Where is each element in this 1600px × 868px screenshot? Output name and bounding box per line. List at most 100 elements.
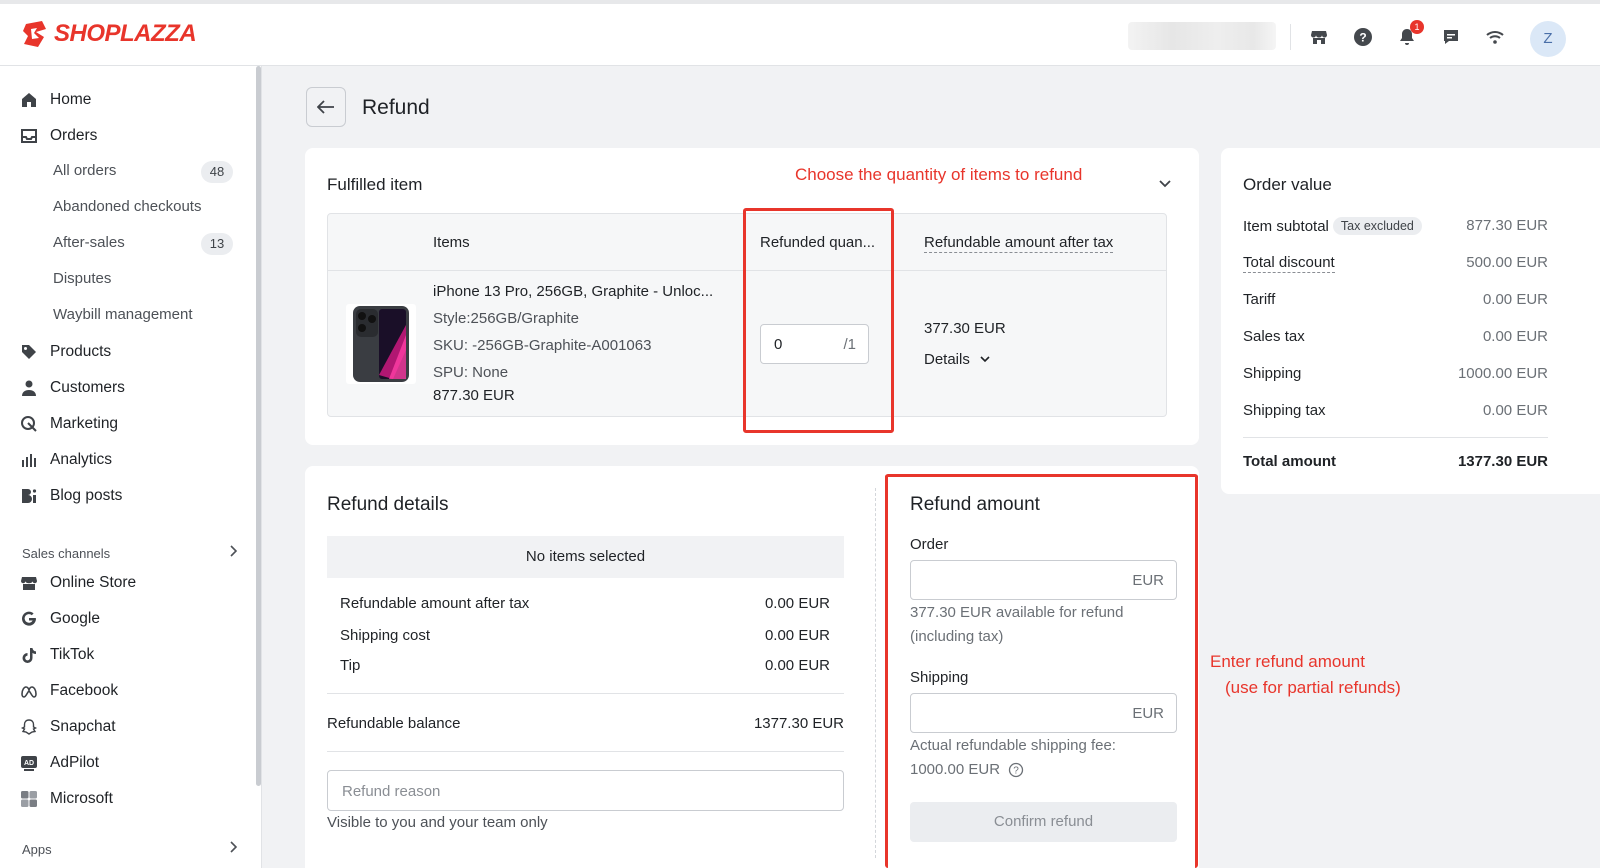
back-button[interactable] xyxy=(306,87,346,127)
details-toggle[interactable]: Details xyxy=(924,351,990,368)
sidebar-subitem-all-orders[interactable]: All orders xyxy=(53,162,116,184)
sidebar-item-products[interactable]: Products xyxy=(20,340,111,364)
iphone-image xyxy=(353,306,409,382)
divider xyxy=(327,693,844,694)
product-spu: SPU: None xyxy=(433,364,509,381)
chevron-right-icon[interactable] xyxy=(228,544,238,562)
order-value-title: Order value xyxy=(1243,175,1332,194)
sidebar-item-blog-posts[interactable]: Blog posts xyxy=(20,484,122,508)
item-subtotal-row: Item subtotal Tax excluded 877.30 EUR xyxy=(1243,217,1548,239)
tip-label: Tip xyxy=(340,657,361,674)
sidebar-item-marketing[interactable]: Marketing xyxy=(20,412,118,436)
analytics-icon xyxy=(20,451,38,469)
annotation-amount-line2: (use for partial refunds) xyxy=(1225,678,1401,697)
total-amount-value: 1377.30 EUR xyxy=(1457,453,1548,470)
sidebar-item-label: Google xyxy=(50,610,100,627)
shipping-value: 1000.00 EUR xyxy=(1457,365,1548,382)
svg-text:?: ? xyxy=(1359,31,1366,45)
shoplazza-logo-icon xyxy=(23,21,46,47)
shoplazza-logo[interactable]: SHOPLAZZA xyxy=(22,20,197,48)
svg-text:AD: AD xyxy=(24,760,34,767)
product-sku: SKU: -256GB-Graphite-A001063 xyxy=(433,337,652,354)
sidebar-item-label: Blog posts xyxy=(50,487,123,504)
refundable-amount-value: 377.30 EUR xyxy=(924,320,1006,337)
chat-icon[interactable] xyxy=(1440,26,1462,48)
shipping-cost-value: 0.00 EUR xyxy=(764,627,830,644)
sidebar-subitem-disputes[interactable]: Disputes xyxy=(53,270,111,292)
sidebar-item-customers[interactable]: Customers xyxy=(20,376,125,400)
sidebar-channel-online-store[interactable]: Online Store xyxy=(20,571,136,595)
sidebar-item-label: Products xyxy=(50,343,112,360)
top-bar: SHOPLAZZA ? 1 Z xyxy=(0,0,1600,66)
sales-channels-heading[interactable]: Sales channels xyxy=(22,546,110,561)
wifi-icon[interactable] xyxy=(1484,26,1506,48)
refundable-after-tax-value: 0.00 EUR xyxy=(764,595,830,612)
shipping-label: Shipping xyxy=(1243,365,1302,382)
chevron-right-icon[interactable] xyxy=(228,840,238,858)
sidebar-channel-google[interactable]: Google xyxy=(20,607,100,631)
divider xyxy=(1290,24,1291,50)
arrow-left-icon xyxy=(317,100,334,114)
home-icon xyxy=(20,91,38,109)
bell-icon[interactable]: 1 xyxy=(1396,20,1424,48)
meta-icon xyxy=(20,682,38,700)
apps-heading[interactable]: Apps xyxy=(22,842,52,857)
sidebar-channel-adpilot[interactable]: AD AdPilot xyxy=(20,751,99,775)
avatar[interactable]: Z xyxy=(1530,21,1566,57)
google-icon xyxy=(20,610,38,628)
sidebar-subitem-abandoned-checkouts[interactable]: Abandoned checkouts xyxy=(53,198,201,220)
annotation-quantity-box xyxy=(743,208,894,433)
adpilot-icon: AD xyxy=(20,754,38,772)
product-price: 877.30 EUR xyxy=(433,387,515,404)
help-icon[interactable]: ? xyxy=(1352,26,1374,48)
total-amount-row: Total amount 1377.30 EUR xyxy=(1243,453,1548,475)
sidebar-channel-microsoft[interactable]: Microsoft xyxy=(20,787,113,811)
sidebar-subitem-after-sales[interactable]: After-sales xyxy=(53,234,125,256)
annotation-amount-line1: Enter refund amount xyxy=(1210,652,1365,671)
collapse-chevron-icon[interactable] xyxy=(1158,176,1172,193)
product-thumbnail xyxy=(346,304,416,384)
page-title: Refund xyxy=(362,96,430,119)
microsoft-icon xyxy=(20,790,38,808)
notification-badge: 1 xyxy=(1410,20,1424,34)
after-sales-count-badge: 13 xyxy=(201,233,233,255)
items-column-header: Items xyxy=(433,234,470,251)
product-name[interactable]: iPhone 13 Pro, 256GB, Graphite - Unloc..… xyxy=(433,283,713,300)
total-amount-label: Total amount xyxy=(1243,453,1337,470)
refundable-amount-column-header[interactable]: Refundable amount after tax xyxy=(924,234,1114,253)
sidebar-channel-tiktok[interactable]: TikTok xyxy=(20,643,94,667)
sidebar-scrollbar[interactable] xyxy=(256,66,261,786)
shipping-row: Shipping 1000.00 EUR xyxy=(1243,365,1548,387)
refund-reason-hint: Visible to you and your team only xyxy=(327,814,548,831)
column-divider xyxy=(875,488,876,858)
store-selector[interactable] xyxy=(1128,22,1276,50)
total-discount-label[interactable]: Total discount xyxy=(1243,254,1335,273)
sidebar-item-analytics[interactable]: Analytics xyxy=(20,448,112,472)
refund-reason-input[interactable]: Refund reason xyxy=(327,770,844,811)
sidebar-item-label: Snapchat xyxy=(50,718,116,735)
tariff-value: 0.00 EUR xyxy=(1482,291,1548,308)
refundable-balance-label: Refundable balance xyxy=(327,715,461,732)
sidebar-item-label: Microsoft xyxy=(50,790,113,807)
brand-name: SHOPLAZZA xyxy=(54,20,197,47)
sidebar-channel-snapchat[interactable]: Snapchat xyxy=(20,715,116,739)
tariff-row: Tariff 0.00 EUR xyxy=(1243,291,1548,313)
item-subtotal-label: Item subtotal xyxy=(1243,218,1329,235)
sidebar: Home Orders All orders 48 Abandoned chec… xyxy=(0,66,262,868)
marketing-icon xyxy=(20,415,38,433)
sidebar-item-home[interactable]: Home xyxy=(20,88,91,112)
sales-tax-row: Sales tax 0.00 EUR xyxy=(1243,328,1548,350)
fulfilled-item-title: Fulfilled item xyxy=(327,175,423,194)
tariff-label: Tariff xyxy=(1243,291,1276,308)
store-icon[interactable] xyxy=(1308,26,1330,48)
sidebar-subitem-waybill-management[interactable]: Waybill management xyxy=(53,306,193,328)
sales-tax-value: 0.00 EUR xyxy=(1482,328,1548,345)
item-subtotal-value: 877.30 EUR xyxy=(1466,217,1548,234)
shipping-tax-value: 0.00 EUR xyxy=(1482,402,1548,419)
sidebar-item-label: TikTok xyxy=(50,646,95,663)
product-style: Style:256GB/Graphite xyxy=(433,310,579,327)
refundable-balance-value: 1377.30 EUR xyxy=(753,715,844,732)
sidebar-channel-facebook[interactable]: Facebook xyxy=(20,679,118,703)
sidebar-item-orders[interactable]: Orders xyxy=(20,124,97,148)
shipping-cost-label: Shipping cost xyxy=(340,627,431,644)
